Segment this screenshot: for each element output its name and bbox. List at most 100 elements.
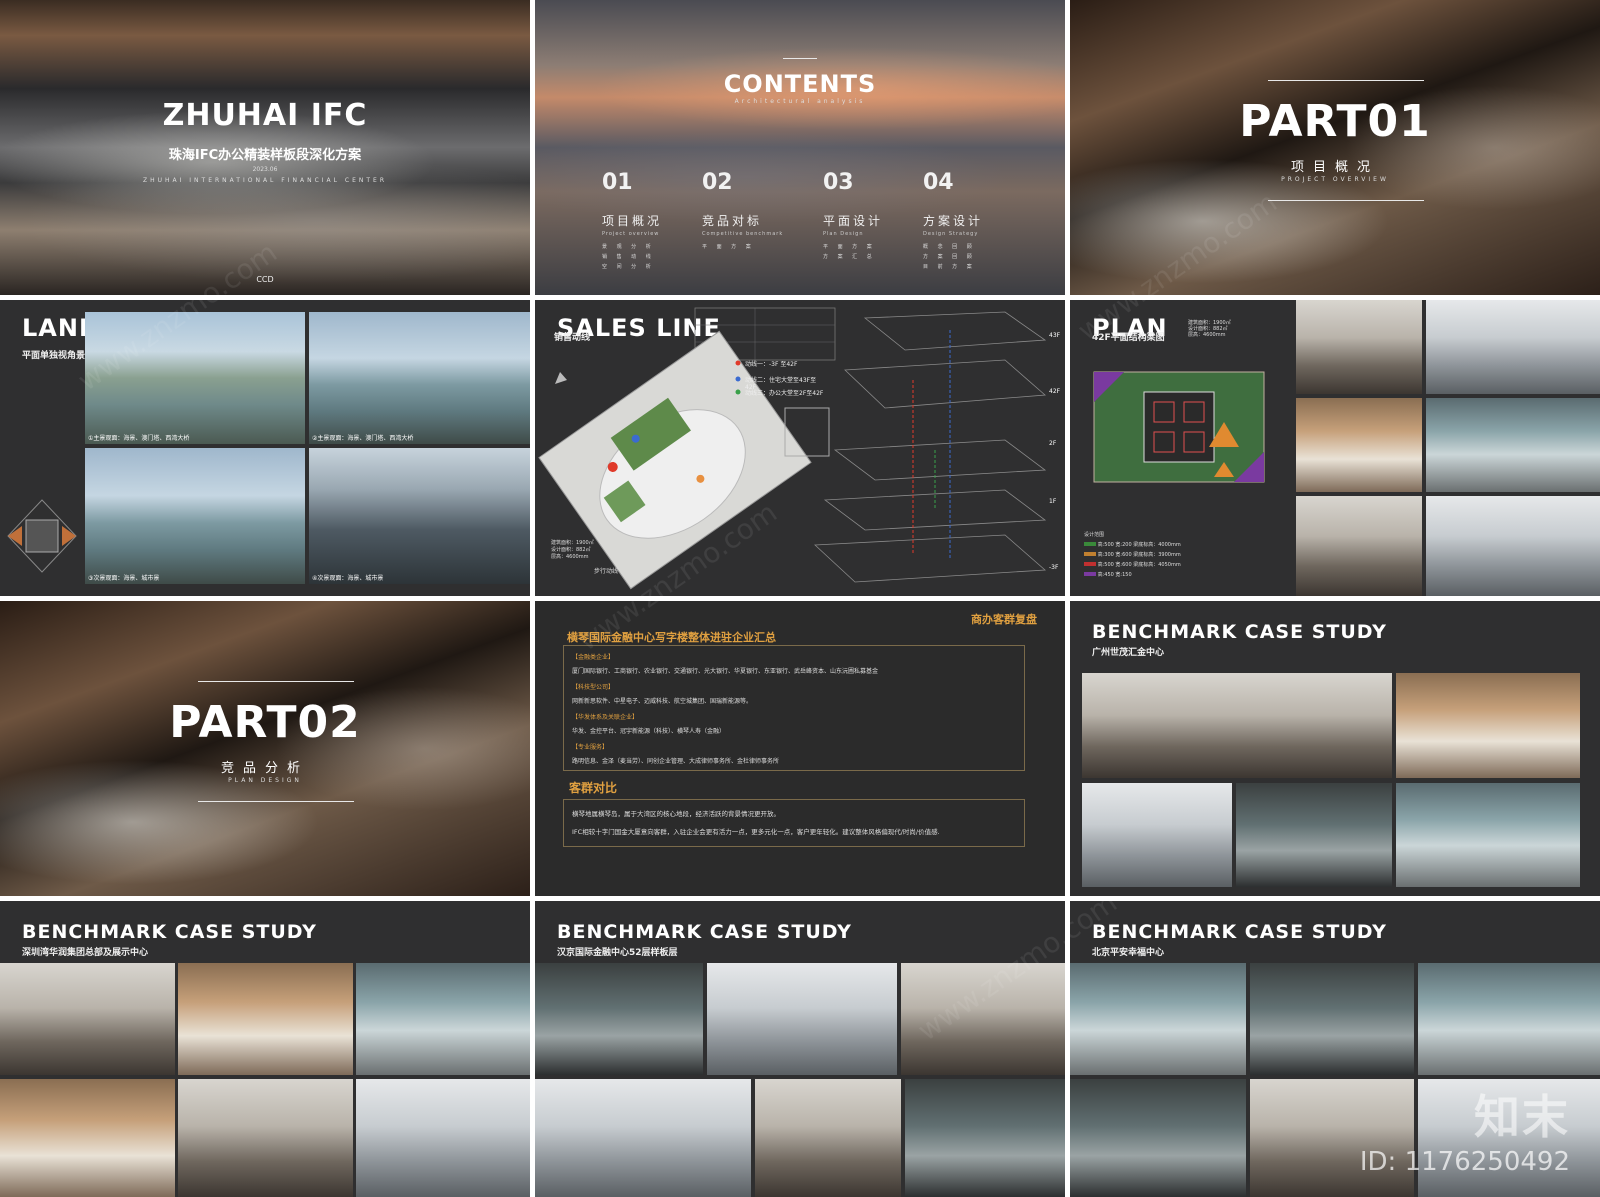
- slide-landscape[interactable]: LANDSCAPE 平面单独视角景观分析 ①主景观面：海景、澳门塔、西湾大桥 ②…: [0, 300, 530, 596]
- floor-label: 1F: [1049, 498, 1057, 505]
- benchmark-title: BENCHMARK CASE STUDY: [557, 921, 852, 943]
- toc-subs-4: 概 念 回 顾 方 案 回 顾 目 前 方 案: [923, 244, 976, 270]
- case-photo[interactable]: [535, 1079, 751, 1197]
- toc-subs-3: 平 面 方 案 方 案 汇 总: [823, 244, 876, 260]
- site-photo[interactable]: [1296, 300, 1422, 394]
- slide-part01[interactable]: PART01 项目概况 PROJECT OVERVIEW: [1070, 0, 1600, 295]
- case-photo[interactable]: [0, 1079, 175, 1197]
- slide-part02[interactable]: PART02 竞品分析 PLAN DESIGN: [0, 601, 530, 896]
- toc-label-1: 项目概况: [602, 214, 663, 228]
- walk-label: 步行动线: [594, 568, 619, 575]
- case-photo[interactable]: [356, 963, 530, 1075]
- landscape-photo-2[interactable]: ②主景观面：海景、澳门塔、西湾大桥: [309, 312, 530, 444]
- slide-sales-line[interactable]: SALES LINE 销售动线 动线一：-3F 至42F 动线二：住宅大堂至43…: [535, 300, 1065, 596]
- legend-item-text: 高:450 宽:150: [1097, 572, 1132, 578]
- group-label: 【华发体系及关联企业】: [572, 714, 639, 721]
- cover-date: 2023.06: [252, 166, 278, 173]
- group-text: 路明信息、金泽（麦当劳）、同创企业管理、大成律师事务所、金杜律师事务所: [572, 758, 780, 765]
- case-photo[interactable]: [356, 1079, 530, 1197]
- benchmark-subtitle: 汉京国际金融中心52层样板层: [557, 948, 678, 958]
- floor-label: 42F: [1049, 388, 1061, 395]
- photo-caption: ②主景观面：海景、澳门塔、西湾大桥: [312, 435, 414, 442]
- enterprise-box: 【金融类企业】 厦门国际银行、工商银行、农业银行、交通银行、光大银行、华夏银行、…: [563, 645, 1025, 771]
- watermark: 知末 ID: 1176250492: [1360, 1081, 1570, 1177]
- case-photo[interactable]: [707, 963, 897, 1075]
- divider: [1268, 200, 1424, 201]
- toc-num-1: 01: [602, 170, 633, 195]
- toc-en-2: Competitive benchmark: [702, 231, 784, 237]
- watermark-logo: 知末: [1474, 1090, 1570, 1144]
- toc-en-1: Project overview: [602, 231, 660, 237]
- cover-tagline: ZHUHAI INTERNATIONAL FINANCIAL CENTER: [142, 177, 388, 184]
- case-photo[interactable]: [1236, 783, 1392, 887]
- site-plan-diagram: [538, 307, 1047, 590]
- divider: [198, 681, 354, 682]
- compare-line: 横琴地属横琴岛，属于大湾区的核心地段，经济活跃的背景情况更开放。: [572, 810, 780, 818]
- case-photo[interactable]: [905, 1079, 1065, 1197]
- toc-en-3: Plan Design: [823, 231, 864, 237]
- stat-line: 设计面积：882㎡: [551, 547, 591, 553]
- slide-benchmark-1[interactable]: BENCHMARK CASE STUDY 广州世茂汇金中心: [1070, 601, 1600, 896]
- benchmark-title: BENCHMARK CASE STUDY: [1092, 921, 1387, 943]
- group-text: 华发、金控平台、冠宇新能源（科技）、横琴人寿（金融）: [572, 728, 726, 735]
- ccd-logo: CCD: [256, 275, 274, 284]
- toc-num-2: 02: [702, 170, 733, 195]
- legend-item: 高:300 宽:600 梁底标高：3900mm: [1084, 550, 1181, 560]
- plan-legend: 设计范围 高:500 宽:200 梁底标高：4000mm 高:300 宽:600…: [1084, 530, 1181, 580]
- case-photo[interactable]: [178, 1079, 353, 1197]
- area-stats: 建筑面积：1900㎡ 设计面积：882㎡ 层高：4600mm: [551, 540, 594, 561]
- toc-num-3: 03: [823, 170, 854, 195]
- slide-benchmark-2[interactable]: BENCHMARK CASE STUDY 深圳湾华润集团总部及展示中心: [0, 901, 530, 1197]
- watermark-id: ID: 1176250492: [1359, 1147, 1570, 1177]
- legend-item-text: 高:500 宽:600 梁底标高：4050mm: [1097, 562, 1181, 568]
- photo-caption: ④次景观面：海景、城市景: [312, 575, 384, 582]
- group-label: 【专业服务】: [572, 744, 609, 751]
- site-photo[interactable]: [1426, 398, 1600, 492]
- toc-num-4: 04: [923, 170, 954, 195]
- slide-grid: ZHUHAI IFC 珠海IFC办公精装样板段深化方案 2023.06 ZHUH…: [0, 0, 1600, 1197]
- part01-title: PART01: [1239, 96, 1431, 147]
- slide-benchmark-3[interactable]: BENCHMARK CASE STUDY 汉京国际金融中心52层样板层: [535, 901, 1065, 1197]
- landscape-photo-3[interactable]: ③次景观面：海景、城市景: [85, 448, 305, 584]
- part02-title: PART02: [169, 697, 361, 748]
- floor-plan-icon: [7, 499, 77, 573]
- stat-line: 建筑面积：1900㎡: [551, 540, 594, 546]
- photo-caption: ③次景观面：海景、城市景: [88, 575, 160, 582]
- landscape-photo-4[interactable]: ④次景观面：海景、城市景: [309, 448, 530, 584]
- route-1-label: 动线一：-3F 至42F: [745, 361, 798, 368]
- site-photo[interactable]: [1426, 496, 1600, 596]
- stat-line: 层高：4600mm: [551, 554, 589, 560]
- site-photo[interactable]: [1426, 300, 1600, 394]
- slide-plan[interactable]: PLAN 42F平面结构梁图 建筑面积：1900㎡ 设计面积：882㎡ 层高：4…: [1070, 300, 1600, 596]
- toc-subs-1: 景 观 分 析 销 售 动 线 空 间 分 析: [602, 244, 655, 270]
- case-photo[interactable]: [1396, 783, 1580, 887]
- case-photo[interactable]: [0, 963, 175, 1075]
- slide-client-review[interactable]: 商办客群复盘 横琴国际金融中心写字楼整体进驻企业汇总 【金融类企业】 厦门国际银…: [535, 601, 1065, 896]
- case-photo[interactable]: [535, 963, 703, 1075]
- case-photo[interactable]: [1082, 783, 1232, 887]
- site-photo[interactable]: [1296, 496, 1422, 596]
- case-photo[interactable]: [1070, 963, 1246, 1075]
- case-photo[interactable]: [1070, 1079, 1246, 1197]
- case-photo[interactable]: [1418, 963, 1600, 1075]
- compare-box: 横琴地属横琴岛，属于大湾区的核心地段，经济活跃的背景情况更开放。 IFC相较十字…: [563, 799, 1025, 847]
- slide-contents[interactable]: CONTENTS Architectural analysis 01 项目概况 …: [535, 0, 1065, 295]
- case-photo[interactable]: [178, 963, 353, 1075]
- case-photo[interactable]: [1082, 673, 1392, 778]
- photo-caption: ①主景观面：海景、澳门塔、西湾大桥: [88, 435, 190, 442]
- floor-label: 43F: [1049, 332, 1061, 339]
- floor-label: 2F: [1049, 440, 1057, 447]
- part02-tagline: PLAN DESIGN: [228, 777, 302, 784]
- plan-stats: 建筑面积：1900㎡ 设计面积：882㎡ 层高：4600mm: [1188, 320, 1231, 338]
- case-photo[interactable]: [755, 1079, 901, 1197]
- client-corner-title: 商办客群复盘: [971, 613, 1037, 626]
- legend-item-text: 高:300 宽:600 梁底标高：3900mm: [1097, 552, 1181, 558]
- case-photo[interactable]: [1396, 673, 1580, 778]
- case-photo[interactable]: [1250, 963, 1414, 1075]
- divider: [198, 801, 354, 802]
- cover-subtitle: 珠海IFC办公精装样板段深化方案: [168, 148, 362, 163]
- site-photo[interactable]: [1296, 398, 1422, 492]
- legend-item: 高:500 宽:200 梁底标高：4000mm: [1084, 540, 1181, 550]
- floor-label: -3F: [1049, 564, 1059, 571]
- part01-subtitle: 项目概况: [1290, 160, 1379, 175]
